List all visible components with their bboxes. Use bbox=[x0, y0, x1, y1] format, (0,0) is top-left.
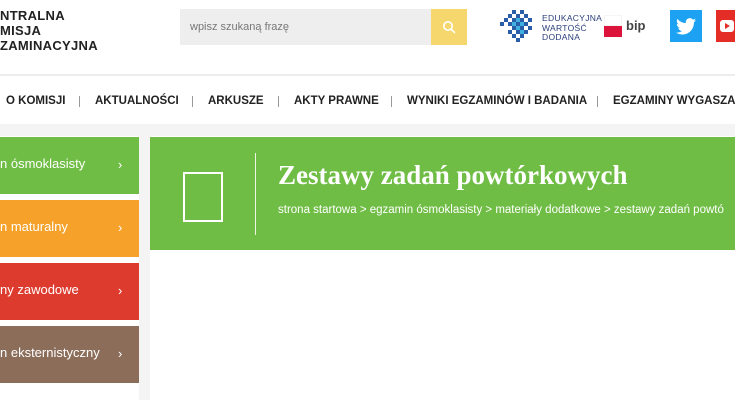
nav-separator bbox=[597, 96, 598, 107]
main-nav: O KOMISJI AKTUALNOŚCI ARKUSZE AKTY PRAWN… bbox=[0, 86, 735, 116]
bip-link[interactable]: bip bbox=[604, 13, 652, 39]
sidebar-item-label: n ósmoklasisty bbox=[0, 156, 86, 171]
youtube-button[interactable] bbox=[716, 10, 735, 42]
twitter-button[interactable] bbox=[670, 10, 702, 42]
search-input[interactable] bbox=[180, 9, 431, 45]
twitter-bird-icon bbox=[676, 17, 696, 34]
sidebar-item-label: ny zawodowe bbox=[0, 282, 79, 297]
logo-line-2: MISJA bbox=[0, 23, 42, 38]
chevron-right-icon: › bbox=[118, 220, 123, 235]
nav-item-akty-prawne[interactable]: AKTY PRAWNE bbox=[294, 86, 379, 116]
nav-separator bbox=[79, 96, 80, 107]
page-title: Zestawy zadań powtórkowych bbox=[278, 160, 628, 190]
bip-label: bip bbox=[626, 18, 646, 33]
nav-bottom-band bbox=[0, 124, 735, 136]
sidebar-item-label: n eksternistyczny bbox=[0, 345, 100, 360]
ewd-line-3: DODANA bbox=[542, 32, 581, 42]
sidebar-item-eksternistyczny[interactable]: n eksternistyczny › bbox=[0, 326, 139, 383]
search-button[interactable] bbox=[431, 9, 467, 45]
chevron-right-icon: › bbox=[118, 157, 123, 172]
ewd-text: EDUKACYJNA WARTOŚĆ DODANA bbox=[542, 13, 602, 43]
header-divider bbox=[0, 74, 735, 76]
breadcrumb-item-osmoklasisty[interactable]: egzamin ósmoklasisty bbox=[370, 204, 482, 216]
nav-item-egzaminy-wygaszane[interactable]: EGZAMINY WYGASZANE bbox=[613, 86, 735, 116]
nav-item-arkusze[interactable]: ARKUSZE bbox=[208, 86, 264, 116]
breadcrumb-item-current: zestawy zadań powtó bbox=[613, 204, 724, 216]
sidebar-item-maturalny[interactable]: n maturalny › bbox=[0, 200, 139, 257]
search-icon bbox=[443, 21, 456, 34]
page-banner: Zestawy zadań powtórkowych strona starto… bbox=[150, 137, 735, 250]
breadcrumb-separator: > bbox=[482, 204, 496, 216]
breadcrumb-item-materialy[interactable]: materiały dodatkowe bbox=[495, 204, 600, 216]
nav-separator bbox=[278, 96, 279, 107]
search-box bbox=[180, 9, 431, 45]
sidebar-gutter bbox=[139, 136, 150, 400]
chevron-right-icon: › bbox=[118, 346, 123, 361]
sidebar-item-label: n maturalny bbox=[0, 219, 68, 234]
breadcrumb-item-home[interactable]: strona startowa bbox=[278, 204, 357, 216]
nav-item-wyniki-egzaminow[interactable]: WYNIKI EGZAMINÓW I BADANIA bbox=[407, 86, 587, 116]
site-header: NTRALNA MISJA ZAMINACYJNA wpisz szukaną … bbox=[0, 0, 735, 76]
breadcrumb: strona startowa > egzamin ósmoklasisty >… bbox=[278, 204, 724, 216]
ewd-logo[interactable]: EDUKACYJNA WARTOŚĆ DODANA bbox=[498, 10, 602, 44]
sidebar-item-osmoklasisty[interactable]: n ósmoklasisty › bbox=[0, 137, 139, 194]
youtube-play-icon bbox=[720, 20, 734, 32]
nav-separator bbox=[192, 96, 193, 107]
nav-separator bbox=[391, 96, 392, 107]
cke-logo[interactable]: NTRALNA MISJA ZAMINACYJNA bbox=[0, 8, 130, 53]
polish-flag-icon bbox=[604, 15, 622, 37]
document-icon bbox=[183, 172, 223, 222]
breadcrumb-separator: > bbox=[356, 204, 370, 216]
chevron-right-icon: › bbox=[118, 283, 123, 298]
breadcrumb-separator: > bbox=[600, 204, 614, 216]
logo-line-3: ZAMINACYJNA bbox=[0, 38, 98, 53]
banner-divider bbox=[255, 153, 256, 235]
nav-item-aktualnosci[interactable]: AKTUALNOŚCI bbox=[95, 86, 179, 116]
sidebar-item-zawodowe[interactable]: ny zawodowe › bbox=[0, 263, 139, 320]
ewd-pixel-icon bbox=[500, 10, 532, 42]
logo-line-1: NTRALNA bbox=[0, 8, 65, 23]
nav-item-o-komisji[interactable]: O KOMISJI bbox=[6, 86, 65, 116]
